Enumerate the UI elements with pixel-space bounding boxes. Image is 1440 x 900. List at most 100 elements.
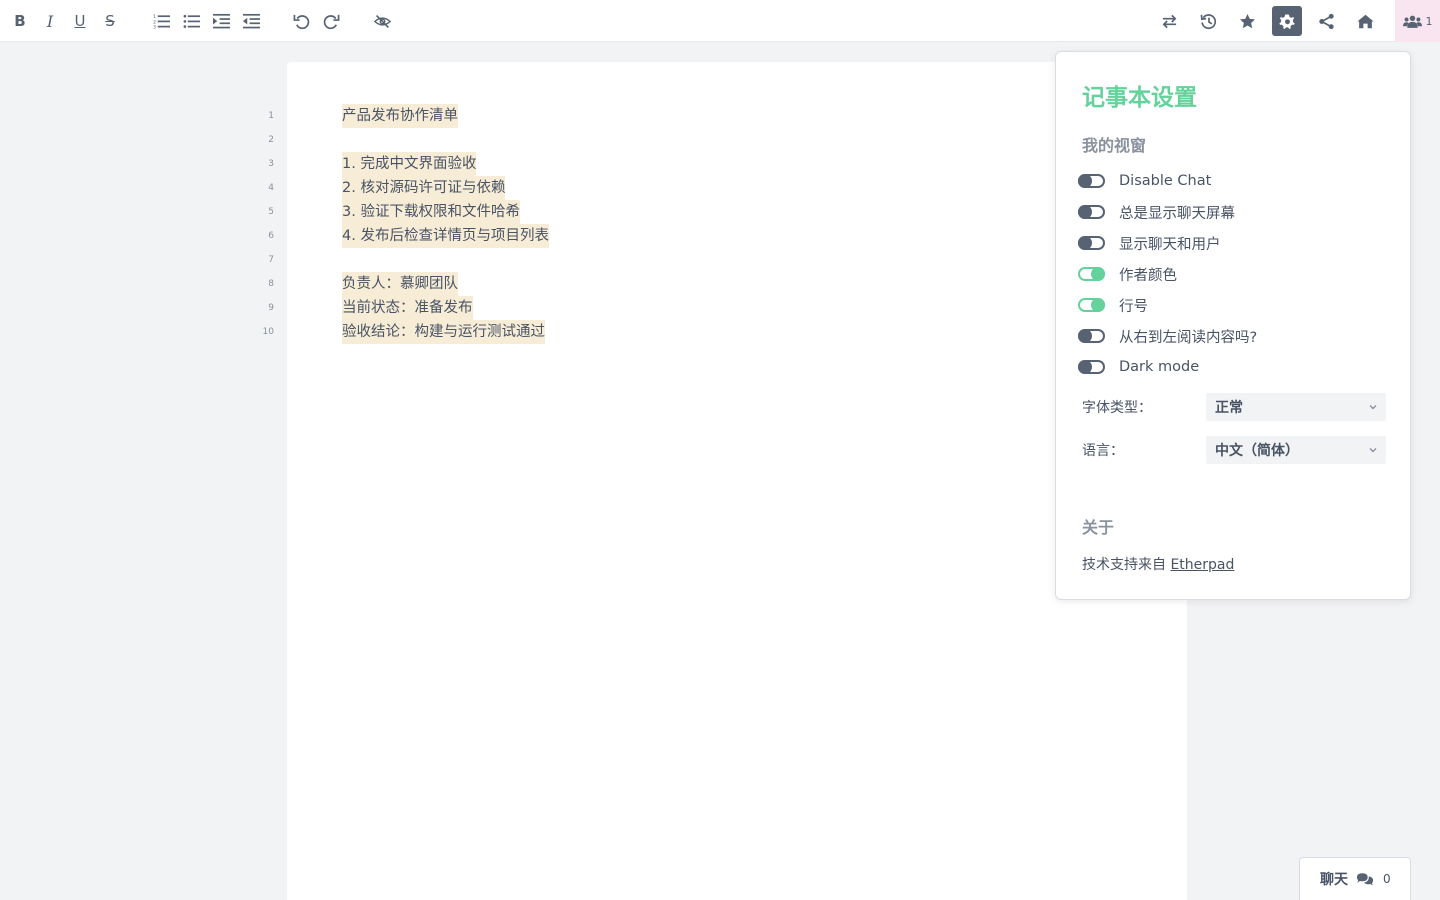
pad-line[interactable]: 验收结论：构建与运行测试通过 [342,320,549,344]
pad-line[interactable] [342,248,549,272]
chevron-down-icon [1369,448,1377,453]
pad-line[interactable]: 1. 完成中文界面验收 [342,152,549,176]
share-button[interactable] [1311,6,1341,36]
pad-line[interactable] [342,128,549,152]
home-button[interactable] [1350,6,1380,36]
option-label: 显示聊天和用户 [1119,236,1221,253]
import-export-button[interactable] [1154,6,1184,36]
indent-button[interactable] [206,6,236,36]
about-heading: 关于 [1082,518,1115,537]
line-text: 当前状态：准备发布 [342,296,473,320]
font-type-row: 字体类型： 正常 [1082,393,1386,421]
chat-button[interactable]: 聊天 0 [1299,857,1411,900]
toolbar: B I U S 1 2 3 1 [0,0,1440,42]
toggle-switch[interactable] [1078,236,1105,250]
clear-authorship-button[interactable] [367,6,397,36]
line-number: 1 [268,111,274,121]
pad-line[interactable]: 3. 验证下载权限和文件哈希 [342,200,549,224]
option-label: 从右到左阅读内容吗? [1119,329,1258,346]
line-text: 1. 完成中文界面验收 [342,152,477,176]
svg-text:1: 1 [153,14,156,20]
underline-button[interactable]: U [65,6,95,36]
svg-text:3: 3 [153,24,156,29]
undo-icon [293,14,309,29]
line-number: 3 [268,159,274,169]
hide-authorship-icon [373,14,391,28]
users-button[interactable]: 1 [1395,0,1440,42]
outdent-button[interactable] [236,6,266,36]
option-rtl[interactable]: 从右到左阅读内容吗? [1078,325,1257,347]
italic-icon: I [46,11,54,31]
pad-line[interactable]: 4. 发布后检查详情页与项目列表 [342,224,549,248]
timeslider-button[interactable] [1193,6,1223,36]
line-number: 5 [268,207,274,217]
outdent-icon [242,13,260,28]
ordered-list-button[interactable]: 1 2 3 [146,6,176,36]
line-number: 6 [268,231,274,241]
option-show-chat-and-users[interactable]: 显示聊天和用户 [1078,232,1221,254]
line-number: 4 [268,183,274,193]
line-text: 4. 发布后检查详情页与项目列表 [342,224,549,248]
settings-button[interactable] [1272,6,1302,36]
line-text: 负责人：慕卿团队 [342,272,458,296]
pad-editor[interactable]: 产品发布协作清单 1. 完成中文界面验收 2. 核对源码许可证与依赖 3. 验证… [287,62,1187,900]
redo-button[interactable] [316,6,346,36]
option-line-numbers[interactable]: 行号 [1078,294,1148,316]
settings-title: 记事本设置 [1082,85,1197,111]
etherpad-link[interactable]: Etherpad [1170,557,1234,573]
strikethrough-button[interactable]: S [95,6,125,36]
users-icon [1402,15,1422,28]
language-select[interactable]: 中文（简体） [1206,436,1386,464]
pad-line[interactable]: 负责人：慕卿团队 [342,272,549,296]
option-author-colors[interactable]: 作者颜色 [1078,263,1177,285]
home-icon [1356,14,1374,28]
toggle-switch[interactable] [1078,267,1105,281]
line-number: 9 [268,303,274,313]
language-label: 语言： [1082,443,1124,459]
line-number: 10 [262,327,274,337]
line-text: 2. 核对源码许可证与依赖 [342,176,506,200]
line-text: 产品发布协作清单 [342,104,458,128]
line-number: 2 [268,135,274,145]
option-label: 作者颜色 [1119,267,1177,284]
share-icon [1318,13,1334,29]
star-button[interactable] [1232,6,1262,36]
toggle-switch[interactable] [1078,329,1105,343]
language-value: 中文（简体） [1215,443,1299,459]
toggle-switch[interactable] [1078,205,1105,219]
strikethrough-icon: S [105,12,115,30]
pad-content[interactable]: 产品发布协作清单 1. 完成中文界面验收 2. 核对源码许可证与依赖 3. 验证… [342,104,549,344]
italic-button[interactable]: I [35,6,65,36]
bold-button[interactable]: B [5,6,35,36]
import-export-icon [1162,14,1176,28]
option-always-show-chat[interactable]: 总是显示聊天屏幕 [1078,201,1235,223]
toggle-switch[interactable] [1078,360,1105,374]
option-label: Disable Chat [1119,173,1212,189]
line-number: 8 [268,279,274,289]
powered-by: 技术支持来自 Etherpad [1082,554,1234,574]
toggle-switch[interactable] [1078,298,1105,312]
pad-line[interactable]: 产品发布协作清单 [342,104,549,128]
timeslider-icon [1200,13,1216,29]
underline-icon: U [74,12,86,30]
line-text: 3. 验证下载权限和文件哈希 [342,200,520,224]
redo-icon [323,14,339,29]
option-label: 总是显示聊天屏幕 [1119,205,1235,222]
unordered-list-button[interactable] [176,6,206,36]
pad-line[interactable]: 2. 核对源码许可证与依赖 [342,176,549,200]
option-dark-mode[interactable]: Dark mode [1078,356,1199,378]
svg-text:2: 2 [153,19,156,25]
option-disable-chat[interactable]: Disable Chat [1078,170,1211,192]
chat-counter: 0 [1383,872,1391,886]
user-count: 1 [1425,14,1433,28]
language-row: 语言： 中文（简体） [1082,436,1386,464]
toggle-switch[interactable] [1078,174,1105,188]
indent-icon [212,13,230,28]
chat-label: 聊天 [1320,872,1348,888]
powered-by-text: 技术支持来自 [1082,557,1166,573]
settings-icon [1278,13,1295,29]
settings-popup: 记事本设置 我的视窗 Disable Chat 总是显示聊天屏幕 显示聊天和用户… [1055,51,1411,600]
font-type-select[interactable]: 正常 [1206,393,1386,421]
undo-button[interactable] [286,6,316,36]
pad-line[interactable]: 当前状态：准备发布 [342,296,549,320]
